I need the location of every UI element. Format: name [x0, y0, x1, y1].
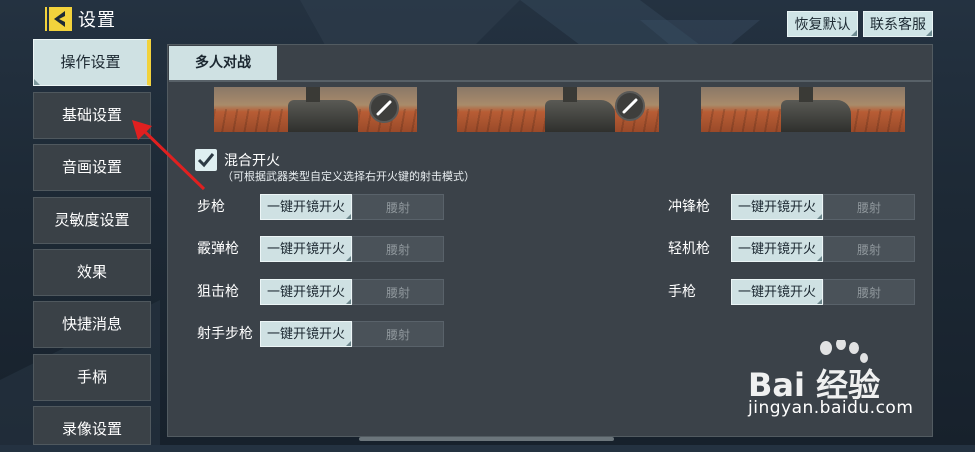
option-hip-fire[interactable]: 腰射 — [352, 279, 444, 305]
restore-default-button[interactable]: 恢复默认 — [787, 11, 858, 37]
sidebar-item-basic[interactable]: 基础设置 — [33, 92, 151, 139]
weapon-label-lmg: 轻机枪 — [668, 241, 710, 257]
fire-mode-toggle-marksman: 一键开镜开火 腰射 — [260, 321, 444, 347]
option-scope-fire[interactable]: 一键开镜开火 — [731, 194, 823, 220]
weapon-label-smg: 冲锋枪 — [668, 199, 710, 215]
option-hip-fire[interactable]: 腰射 — [823, 279, 915, 305]
fire-mode-toggle-pistol: 一键开镜开火 腰射 — [731, 279, 915, 305]
sidebar-item-sensitivity[interactable]: 灵敏度设置 — [33, 197, 151, 244]
option-hip-fire[interactable]: 腰射 — [352, 236, 444, 262]
sidebar-item-controls[interactable]: 操作设置 — [33, 39, 151, 86]
tab-multiplayer[interactable]: 多人对战 — [169, 46, 277, 80]
fire-mode-toggle-sniper: 一键开镜开火 腰射 — [260, 279, 444, 305]
weapon-label-pistol: 手枪 — [668, 284, 696, 300]
knife-icon — [615, 91, 645, 121]
preview-image-3[interactable] — [701, 87, 905, 132]
option-hip-fire[interactable]: 腰射 — [823, 236, 915, 262]
sidebar-item-recording[interactable]: 录像设置 — [33, 406, 151, 445]
preview-image-1[interactable] — [214, 87, 417, 132]
sidebar-item-controller[interactable]: 手柄 — [33, 354, 151, 401]
option-scope-fire[interactable]: 一键开镜开火 — [260, 321, 352, 347]
back-arrow-icon — [45, 7, 72, 31]
tab-divider — [169, 80, 931, 82]
option-hip-fire[interactable]: 腰射 — [823, 194, 915, 220]
sidebar-item-audio-video[interactable]: 音画设置 — [33, 144, 151, 191]
option-scope-fire[interactable]: 一键开镜开火 — [731, 236, 823, 262]
contact-support-button[interactable]: 联系客服 — [863, 11, 933, 37]
knife-icon — [369, 93, 399, 123]
mixed-fire-checkbox[interactable] — [195, 149, 217, 171]
preview-image-2[interactable] — [457, 87, 659, 132]
mixed-fire-hint: （可根据武器类型自定义选择右开火键的射击模式） — [222, 170, 475, 183]
sidebar-item-effects[interactable]: 效果 — [33, 249, 151, 296]
weapon-label-marksman: 射手步枪 — [197, 326, 253, 342]
option-scope-fire[interactable]: 一键开镜开火 — [731, 279, 823, 305]
fire-mode-toggle-smg: 一键开镜开火 腰射 — [731, 194, 915, 220]
weapon-label-sniper: 狙击枪 — [197, 284, 239, 300]
check-icon — [197, 153, 215, 168]
option-hip-fire[interactable]: 腰射 — [352, 194, 444, 220]
fire-mode-toggle-lmg: 一键开镜开火 腰射 — [731, 236, 915, 262]
option-scope-fire[interactable]: 一键开镜开火 — [260, 236, 352, 262]
fire-mode-toggle-shotgun: 一键开镜开火 腰射 — [260, 236, 444, 262]
watermark-url: jingyan.baidu.com — [748, 398, 914, 418]
weapon-label-rifle: 步枪 — [197, 199, 225, 215]
option-scope-fire[interactable]: 一键开镜开火 — [260, 194, 352, 220]
fire-mode-toggle-rifle: 一键开镜开火 腰射 — [260, 194, 444, 220]
weapon-label-shotgun: 霰弹枪 — [197, 241, 239, 257]
option-scope-fire[interactable]: 一键开镜开火 — [260, 279, 352, 305]
horizontal-scrollbar[interactable] — [359, 437, 614, 441]
page-title: 设置 — [78, 10, 116, 31]
back-button[interactable] — [45, 6, 73, 32]
mixed-fire-label: 混合开火 — [224, 153, 280, 169]
sidebar-item-quick-messages[interactable]: 快捷消息 — [33, 301, 151, 348]
option-hip-fire[interactable]: 腰射 — [352, 321, 444, 347]
